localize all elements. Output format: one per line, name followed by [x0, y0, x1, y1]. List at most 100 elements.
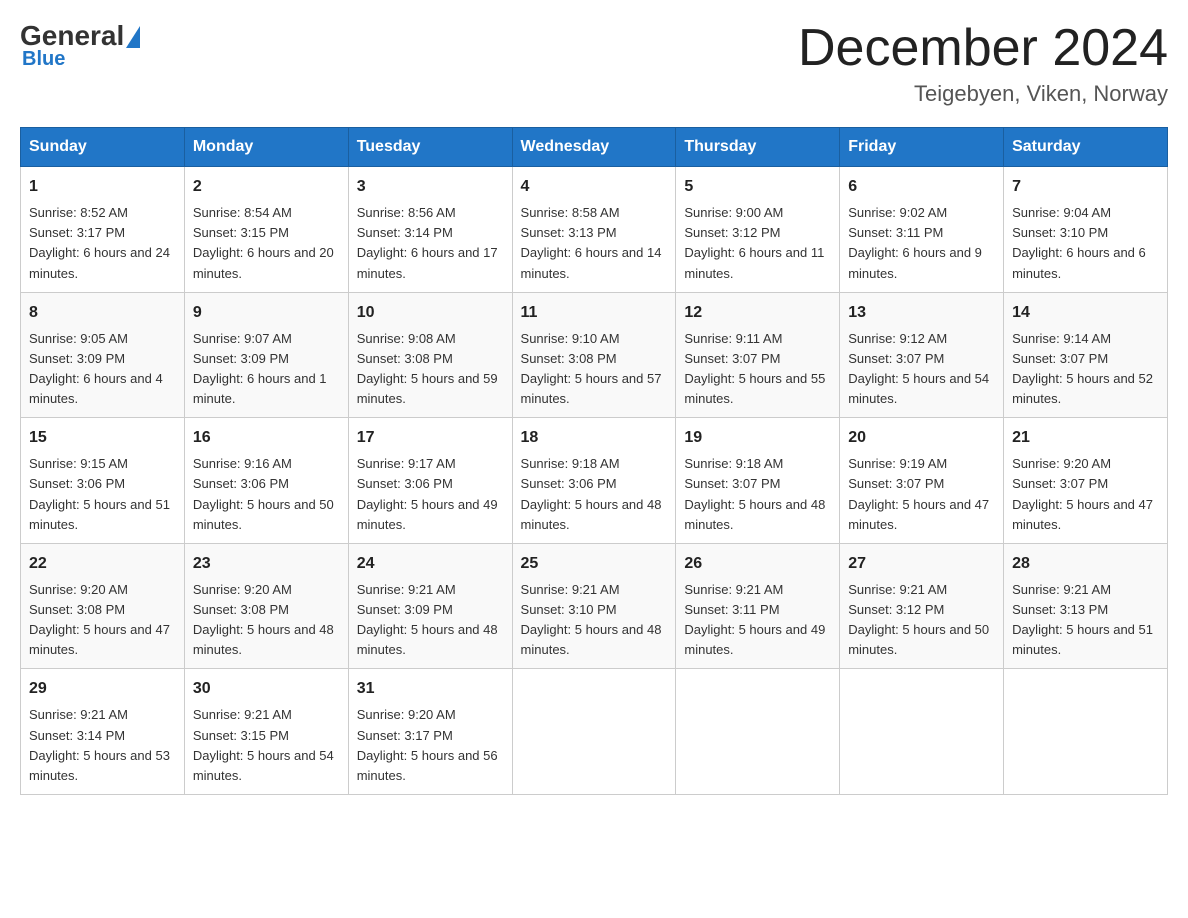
day-info: Sunrise: 9:19 AMSunset: 3:07 PMDaylight:…	[848, 456, 989, 531]
week-row-3: 15 Sunrise: 9:15 AMSunset: 3:06 PMDaylig…	[21, 418, 1168, 544]
day-info: Sunrise: 9:05 AMSunset: 3:09 PMDaylight:…	[29, 331, 163, 406]
day-number: 28	[1012, 552, 1159, 576]
table-row: 27 Sunrise: 9:21 AMSunset: 3:12 PMDaylig…	[840, 543, 1004, 669]
col-monday: Monday	[184, 128, 348, 167]
day-number: 26	[684, 552, 831, 576]
day-info: Sunrise: 8:56 AMSunset: 3:14 PMDaylight:…	[357, 205, 498, 280]
table-row: 17 Sunrise: 9:17 AMSunset: 3:06 PMDaylig…	[348, 418, 512, 544]
day-number: 27	[848, 552, 995, 576]
day-info: Sunrise: 9:15 AMSunset: 3:06 PMDaylight:…	[29, 456, 170, 531]
table-row	[676, 669, 840, 795]
day-info: Sunrise: 9:07 AMSunset: 3:09 PMDaylight:…	[193, 331, 327, 406]
day-number: 2	[193, 175, 340, 199]
day-info: Sunrise: 9:12 AMSunset: 3:07 PMDaylight:…	[848, 331, 989, 406]
table-row: 6 Sunrise: 9:02 AMSunset: 3:11 PMDayligh…	[840, 167, 1004, 293]
table-row: 11 Sunrise: 9:10 AMSunset: 3:08 PMDaylig…	[512, 292, 676, 418]
day-info: Sunrise: 9:21 AMSunset: 3:15 PMDaylight:…	[193, 707, 334, 782]
day-info: Sunrise: 9:08 AMSunset: 3:08 PMDaylight:…	[357, 331, 498, 406]
day-info: Sunrise: 9:21 AMSunset: 3:14 PMDaylight:…	[29, 707, 170, 782]
day-info: Sunrise: 9:20 AMSunset: 3:07 PMDaylight:…	[1012, 456, 1153, 531]
col-sunday: Sunday	[21, 128, 185, 167]
table-row: 25 Sunrise: 9:21 AMSunset: 3:10 PMDaylig…	[512, 543, 676, 669]
col-tuesday: Tuesday	[348, 128, 512, 167]
table-row: 24 Sunrise: 9:21 AMSunset: 3:09 PMDaylig…	[348, 543, 512, 669]
day-number: 9	[193, 301, 340, 325]
day-info: Sunrise: 9:10 AMSunset: 3:08 PMDaylight:…	[521, 331, 662, 406]
table-row	[1004, 669, 1168, 795]
day-number: 25	[521, 552, 668, 576]
logo-triangle-icon	[126, 26, 140, 48]
week-row-5: 29 Sunrise: 9:21 AMSunset: 3:14 PMDaylig…	[21, 669, 1168, 795]
day-info: Sunrise: 9:21 AMSunset: 3:11 PMDaylight:…	[684, 582, 825, 657]
day-number: 3	[357, 175, 504, 199]
table-row: 3 Sunrise: 8:56 AMSunset: 3:14 PMDayligh…	[348, 167, 512, 293]
day-info: Sunrise: 9:18 AMSunset: 3:07 PMDaylight:…	[684, 456, 825, 531]
day-info: Sunrise: 9:20 AMSunset: 3:08 PMDaylight:…	[29, 582, 170, 657]
day-info: Sunrise: 8:58 AMSunset: 3:13 PMDaylight:…	[521, 205, 662, 280]
table-row: 8 Sunrise: 9:05 AMSunset: 3:09 PMDayligh…	[21, 292, 185, 418]
table-row: 15 Sunrise: 9:15 AMSunset: 3:06 PMDaylig…	[21, 418, 185, 544]
table-row: 28 Sunrise: 9:21 AMSunset: 3:13 PMDaylig…	[1004, 543, 1168, 669]
day-info: Sunrise: 9:20 AMSunset: 3:17 PMDaylight:…	[357, 707, 498, 782]
table-row: 13 Sunrise: 9:12 AMSunset: 3:07 PMDaylig…	[840, 292, 1004, 418]
day-number: 23	[193, 552, 340, 576]
day-number: 8	[29, 301, 176, 325]
day-number: 31	[357, 677, 504, 701]
table-row: 7 Sunrise: 9:04 AMSunset: 3:10 PMDayligh…	[1004, 167, 1168, 293]
day-info: Sunrise: 9:04 AMSunset: 3:10 PMDaylight:…	[1012, 205, 1146, 280]
day-info: Sunrise: 9:18 AMSunset: 3:06 PMDaylight:…	[521, 456, 662, 531]
calendar-header-row: Sunday Monday Tuesday Wednesday Thursday…	[21, 128, 1168, 167]
day-number: 24	[357, 552, 504, 576]
day-number: 19	[684, 426, 831, 450]
day-info: Sunrise: 9:11 AMSunset: 3:07 PMDaylight:…	[684, 331, 825, 406]
day-number: 16	[193, 426, 340, 450]
location-subtitle: Teigebyen, Viken, Norway	[798, 81, 1168, 107]
calendar-table: Sunday Monday Tuesday Wednesday Thursday…	[20, 127, 1168, 795]
logo-blue-text: Blue	[22, 48, 65, 71]
logo: General Blue	[20, 20, 140, 71]
table-row: 1 Sunrise: 8:52 AMSunset: 3:17 PMDayligh…	[21, 167, 185, 293]
day-number: 11	[521, 301, 668, 325]
table-row	[512, 669, 676, 795]
day-number: 15	[29, 426, 176, 450]
table-row: 29 Sunrise: 9:21 AMSunset: 3:14 PMDaylig…	[21, 669, 185, 795]
day-info: Sunrise: 9:00 AMSunset: 3:12 PMDaylight:…	[684, 205, 824, 280]
table-row: 14 Sunrise: 9:14 AMSunset: 3:07 PMDaylig…	[1004, 292, 1168, 418]
day-number: 22	[29, 552, 176, 576]
col-friday: Friday	[840, 128, 1004, 167]
day-number: 6	[848, 175, 995, 199]
col-saturday: Saturday	[1004, 128, 1168, 167]
week-row-2: 8 Sunrise: 9:05 AMSunset: 3:09 PMDayligh…	[21, 292, 1168, 418]
week-row-4: 22 Sunrise: 9:20 AMSunset: 3:08 PMDaylig…	[21, 543, 1168, 669]
table-row: 12 Sunrise: 9:11 AMSunset: 3:07 PMDaylig…	[676, 292, 840, 418]
day-number: 20	[848, 426, 995, 450]
week-row-1: 1 Sunrise: 8:52 AMSunset: 3:17 PMDayligh…	[21, 167, 1168, 293]
day-number: 4	[521, 175, 668, 199]
day-info: Sunrise: 9:21 AMSunset: 3:09 PMDaylight:…	[357, 582, 498, 657]
table-row: 30 Sunrise: 9:21 AMSunset: 3:15 PMDaylig…	[184, 669, 348, 795]
day-number: 1	[29, 175, 176, 199]
day-number: 29	[29, 677, 176, 701]
day-number: 14	[1012, 301, 1159, 325]
col-thursday: Thursday	[676, 128, 840, 167]
day-number: 17	[357, 426, 504, 450]
table-row: 20 Sunrise: 9:19 AMSunset: 3:07 PMDaylig…	[840, 418, 1004, 544]
day-info: Sunrise: 8:52 AMSunset: 3:17 PMDaylight:…	[29, 205, 170, 280]
table-row: 5 Sunrise: 9:00 AMSunset: 3:12 PMDayligh…	[676, 167, 840, 293]
day-info: Sunrise: 9:14 AMSunset: 3:07 PMDaylight:…	[1012, 331, 1153, 406]
day-info: Sunrise: 9:02 AMSunset: 3:11 PMDaylight:…	[848, 205, 982, 280]
table-row: 26 Sunrise: 9:21 AMSunset: 3:11 PMDaylig…	[676, 543, 840, 669]
day-number: 5	[684, 175, 831, 199]
table-row: 9 Sunrise: 9:07 AMSunset: 3:09 PMDayligh…	[184, 292, 348, 418]
table-row: 23 Sunrise: 9:20 AMSunset: 3:08 PMDaylig…	[184, 543, 348, 669]
table-row: 31 Sunrise: 9:20 AMSunset: 3:17 PMDaylig…	[348, 669, 512, 795]
day-info: Sunrise: 9:20 AMSunset: 3:08 PMDaylight:…	[193, 582, 334, 657]
table-row: 10 Sunrise: 9:08 AMSunset: 3:08 PMDaylig…	[348, 292, 512, 418]
day-info: Sunrise: 9:16 AMSunset: 3:06 PMDaylight:…	[193, 456, 334, 531]
day-number: 18	[521, 426, 668, 450]
day-number: 10	[357, 301, 504, 325]
table-row: 21 Sunrise: 9:20 AMSunset: 3:07 PMDaylig…	[1004, 418, 1168, 544]
title-section: December 2024 Teigebyen, Viken, Norway	[798, 20, 1168, 107]
day-number: 13	[848, 301, 995, 325]
day-info: Sunrise: 9:21 AMSunset: 3:12 PMDaylight:…	[848, 582, 989, 657]
